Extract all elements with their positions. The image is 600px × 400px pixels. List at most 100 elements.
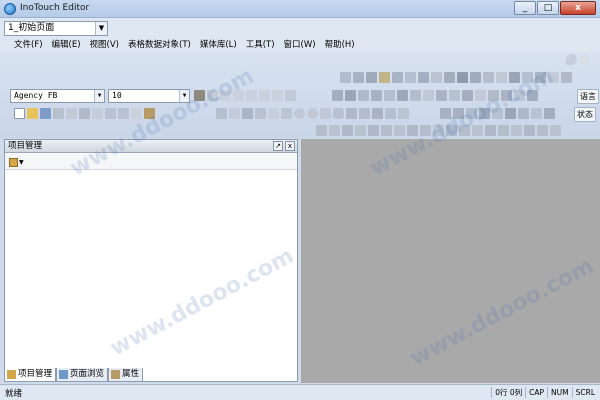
- move-down-icon[interactable]: [511, 125, 522, 136]
- location-pin-icon[interactable]: [566, 54, 577, 65]
- layout-vcenter-icon[interactable]: [381, 125, 392, 136]
- tab-properties[interactable]: 属性: [108, 368, 144, 382]
- layout-bottom-icon[interactable]: [368, 125, 379, 136]
- rounded-rect-icon[interactable]: [333, 108, 344, 119]
- align-top-icon[interactable]: [440, 108, 451, 119]
- move-right-icon[interactable]: [537, 125, 548, 136]
- pointer-tool-icon[interactable]: [340, 72, 351, 83]
- letter-a-icon[interactable]: [358, 90, 369, 101]
- same-width-icon[interactable]: [394, 125, 405, 136]
- panel-view-button[interactable]: ▼: [9, 156, 29, 168]
- select-arrow-icon[interactable]: [216, 108, 227, 119]
- frame-icon[interactable]: [501, 90, 512, 101]
- list-icon[interactable]: [371, 90, 382, 101]
- toolbar-extra-icon[interactable]: [579, 54, 590, 65]
- new-file-icon[interactable]: [14, 108, 25, 119]
- edit-object-icon[interactable]: [405, 72, 416, 83]
- align-middle-icon[interactable]: [466, 108, 477, 119]
- picture-object-icon[interactable]: [431, 72, 442, 83]
- back-icon[interactable]: [531, 108, 542, 119]
- split-icon[interactable]: [527, 90, 538, 101]
- bold-icon[interactable]: [207, 90, 218, 101]
- align-center-icon[interactable]: [272, 90, 283, 101]
- front-icon[interactable]: [518, 108, 529, 119]
- font-name-combo[interactable]: Agency FB ▼: [10, 89, 105, 103]
- tab-project-management[interactable]: 项目管理: [4, 368, 57, 382]
- layout-center-icon[interactable]: [342, 125, 353, 136]
- window-icon[interactable]: [475, 90, 486, 101]
- menu-window[interactable]: 窗口(W): [282, 38, 323, 52]
- compile-icon[interactable]: [144, 108, 155, 119]
- close-button[interactable]: x: [560, 1, 596, 15]
- find-icon[interactable]: [131, 108, 142, 119]
- arc-icon[interactable]: [268, 108, 279, 119]
- chart-object-icon[interactable]: [366, 72, 377, 83]
- chevron-down-icon[interactable]: ▼: [179, 90, 189, 102]
- minimize-button[interactable]: _: [514, 1, 536, 15]
- rectangle-icon[interactable]: [320, 108, 331, 119]
- table-object-icon[interactable]: [483, 72, 494, 83]
- table-icon[interactable]: [385, 108, 396, 119]
- same-size-icon[interactable]: [420, 125, 431, 136]
- save-icon[interactable]: [40, 108, 51, 119]
- align-left-icon[interactable]: [259, 90, 270, 101]
- bitmap-icon[interactable]: [332, 90, 343, 101]
- polyline-icon[interactable]: [255, 108, 266, 119]
- cut-icon[interactable]: [53, 108, 64, 119]
- ruler-icon[interactable]: [485, 125, 496, 136]
- italic-icon[interactable]: [233, 90, 244, 101]
- menu-view[interactable]: 视图(V): [88, 38, 126, 52]
- arrow-icon[interactable]: [514, 90, 525, 101]
- counter-icon[interactable]: [423, 90, 434, 101]
- tag-icon[interactable]: [462, 90, 473, 101]
- language-label[interactable]: 语言: [577, 89, 599, 104]
- chevron-down-icon[interactable]: ▼: [94, 90, 104, 102]
- clock-icon[interactable]: [410, 90, 421, 101]
- menu-tools[interactable]: 工具(T): [244, 38, 282, 52]
- distribute-icon[interactable]: [459, 125, 470, 136]
- line-icon[interactable]: [229, 108, 240, 119]
- scale-icon[interactable]: [398, 108, 409, 119]
- pencil-icon[interactable]: [242, 108, 253, 119]
- layout-icon[interactable]: [488, 90, 499, 101]
- tab-page-browse[interactable]: 页面浏览: [56, 368, 109, 382]
- chevron-down-icon[interactable]: ▼: [95, 22, 107, 35]
- space-h-icon[interactable]: [433, 125, 444, 136]
- font-size-combo[interactable]: 10 ▼: [108, 89, 190, 103]
- layout-left-icon[interactable]: [316, 125, 327, 136]
- grid-snap-icon[interactable]: [472, 125, 483, 136]
- alarm-object-icon[interactable]: [470, 72, 481, 83]
- close-icon[interactable]: x: [285, 141, 295, 151]
- text-color-icon[interactable]: [285, 90, 296, 101]
- polygon-icon[interactable]: [281, 108, 292, 119]
- layout-right-icon[interactable]: [329, 125, 340, 136]
- pen-object-icon[interactable]: [509, 72, 520, 83]
- group-icon[interactable]: [479, 108, 490, 119]
- undo-icon[interactable]: [105, 108, 116, 119]
- fill-icon[interactable]: [359, 108, 370, 119]
- note-object-icon[interactable]: [496, 72, 507, 83]
- ellipse-icon[interactable]: [307, 108, 318, 119]
- project-tree[interactable]: [5, 171, 297, 371]
- bold-b-icon[interactable]: [220, 90, 231, 101]
- star-icon[interactable]: [346, 108, 357, 119]
- trend-object-icon[interactable]: [444, 72, 455, 83]
- meter-object-icon[interactable]: [392, 72, 403, 83]
- image-object-icon[interactable]: [418, 72, 429, 83]
- menu-edit[interactable]: 编辑(E): [50, 38, 88, 52]
- menu-help[interactable]: 帮助(H): [323, 38, 362, 52]
- layout-top-icon[interactable]: [355, 125, 366, 136]
- slash-icon[interactable]: [436, 90, 447, 101]
- layout-end-icon[interactable]: [550, 125, 561, 136]
- gear-object-icon[interactable]: [353, 72, 364, 83]
- circle-icon[interactable]: [294, 108, 305, 119]
- menu-table-data-objects[interactable]: 表格数据对象(T): [126, 38, 198, 52]
- redo-icon[interactable]: [118, 108, 129, 119]
- pin-icon[interactable]: ↗: [273, 141, 283, 151]
- page-select-dropdown[interactable]: 1_初始页面 ▼: [4, 21, 108, 36]
- copy-icon[interactable]: [66, 108, 77, 119]
- ab-icon[interactable]: [449, 90, 460, 101]
- ungroup-icon[interactable]: [492, 108, 503, 119]
- print-object-icon[interactable]: [522, 72, 533, 83]
- align-bottom-icon[interactable]: [453, 108, 464, 119]
